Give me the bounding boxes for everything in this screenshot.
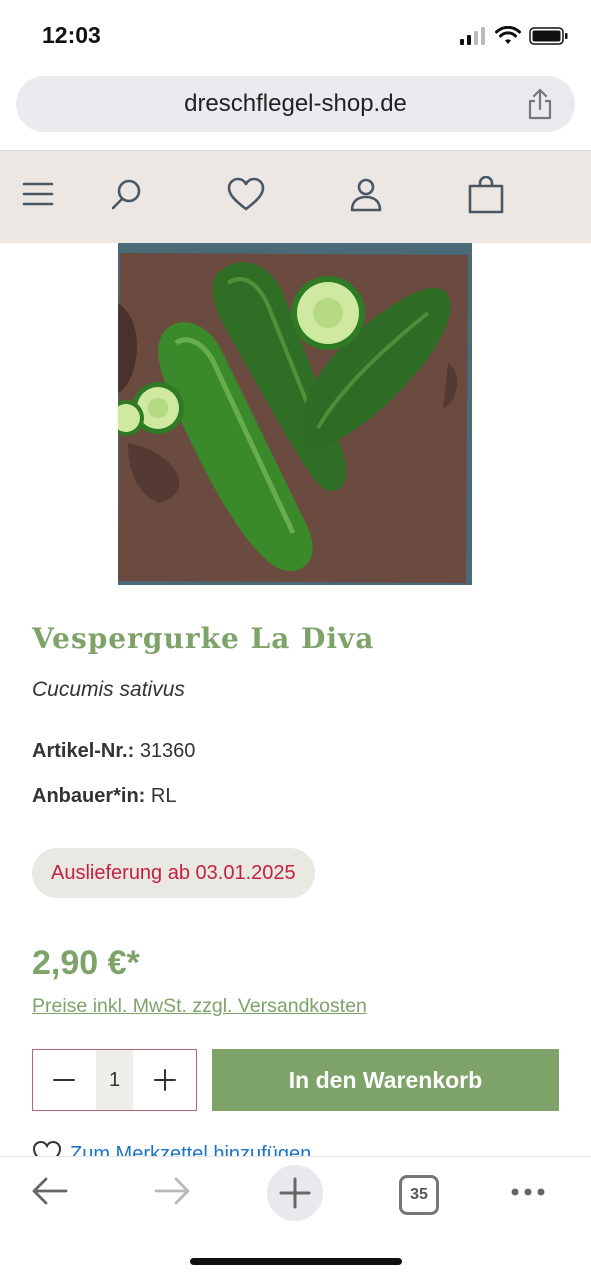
signal-icon — [460, 27, 485, 45]
product-image[interactable] — [118, 243, 472, 585]
url-text: dreschflegel-shop.de — [184, 90, 407, 117]
product-title: Vespergurke La Diva — [32, 622, 375, 655]
wishlist-header-button[interactable] — [226, 176, 266, 216]
more-button[interactable] — [508, 1177, 548, 1212]
status-time: 12:03 — [42, 22, 101, 48]
bag-icon — [468, 175, 504, 214]
user-icon — [350, 178, 382, 212]
tabs-button[interactable]: 35 — [399, 1175, 439, 1215]
search-icon — [111, 179, 141, 210]
price-note-link[interactable]: Preise inkl. MwSt. zzgl. Versandkosten — [32, 995, 367, 1018]
new-tab-button[interactable] — [267, 1165, 323, 1221]
article-number-row: Artikel-Nr.: 31360 — [32, 740, 195, 763]
plus-icon — [153, 1069, 176, 1091]
plus-icon — [279, 1177, 311, 1209]
delivery-badge: Auslieferung ab 03.01.2025 — [32, 848, 315, 898]
grower-row: Anbauer*in: RL — [32, 785, 176, 808]
add-to-cart-button[interactable]: In den Warenkorb — [212, 1049, 559, 1111]
heart-icon — [227, 177, 265, 211]
grower-value: RL — [150, 785, 177, 807]
grower-label: Anbauer*in: — [32, 785, 146, 807]
quantity-input[interactable]: 1 — [95, 1050, 134, 1110]
back-button[interactable] — [30, 1171, 70, 1216]
quantity-stepper: 1 — [32, 1049, 197, 1111]
quantity-decrease-button[interactable] — [33, 1050, 96, 1110]
wifi-icon — [495, 26, 521, 44]
cart-header-button[interactable] — [466, 175, 506, 216]
quantity-increase-button[interactable] — [133, 1050, 196, 1110]
share-icon — [528, 88, 552, 120]
battery-icon — [529, 27, 568, 45]
home-indicator — [190, 1258, 402, 1265]
share-button[interactable] — [527, 87, 553, 126]
site-header — [0, 150, 591, 243]
search-button[interactable] — [106, 176, 146, 216]
address-bar[interactable]: dreschflegel-shop.de — [16, 76, 575, 132]
status-icons — [459, 26, 569, 46]
forward-button[interactable] — [152, 1171, 192, 1216]
menu-button[interactable] — [18, 176, 58, 216]
latin-name: Cucumis sativus — [32, 678, 185, 701]
product-price: 2,90 €* — [32, 944, 140, 982]
more-icon — [511, 1188, 545, 1196]
minus-icon — [53, 1079, 76, 1081]
arrow-right-icon — [154, 1177, 190, 1205]
article-number-value: 31360 — [139, 740, 196, 762]
article-number-label: Artikel-Nr.: — [32, 740, 135, 762]
menu-icon — [22, 182, 54, 206]
status-bar: 12:03 — [0, 0, 591, 70]
arrow-left-icon — [32, 1177, 68, 1205]
account-button[interactable] — [346, 176, 386, 216]
